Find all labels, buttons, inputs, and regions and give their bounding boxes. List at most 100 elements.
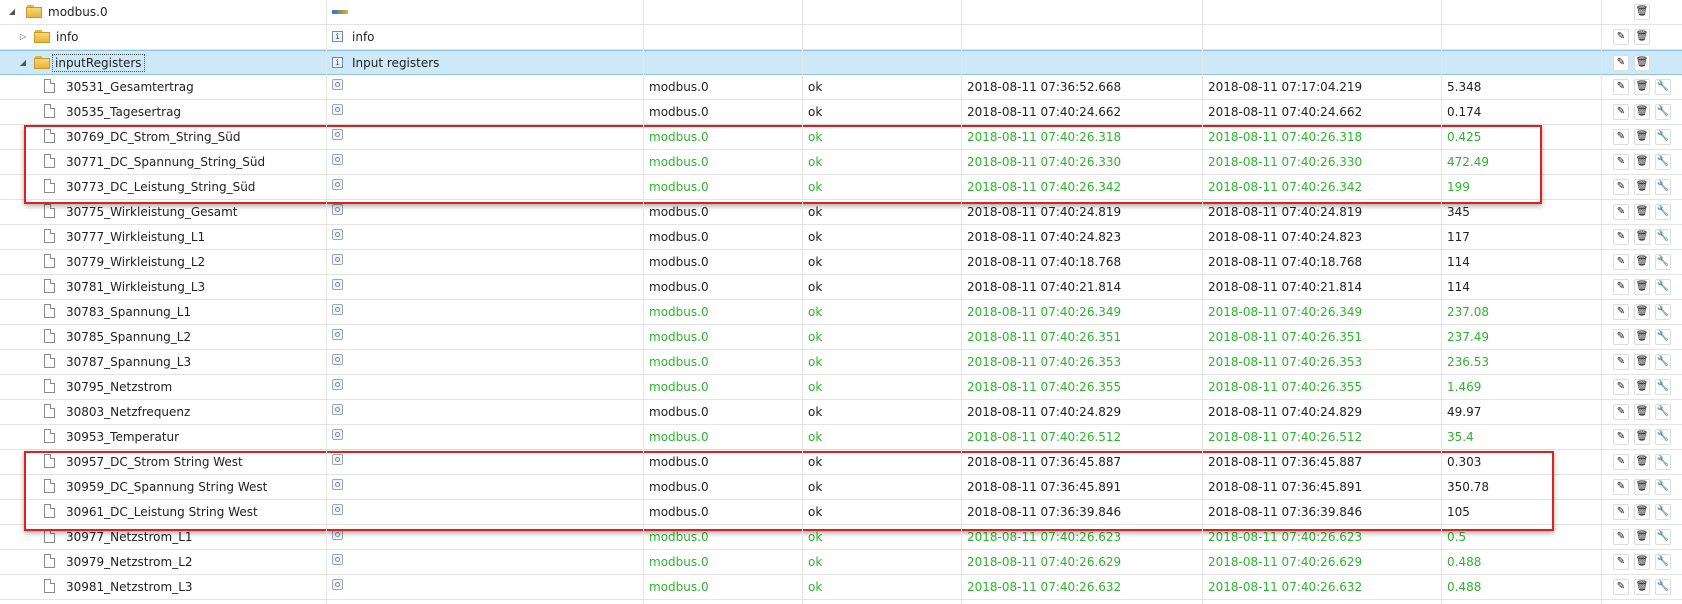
trash-icon[interactable]: 🗑: [1634, 529, 1650, 545]
state-row[interactable]: 30535_Tagesertrag modbus.0 ok 2018-08-11 07…: [0, 100, 1682, 125]
state-row[interactable]: 30977_Netzstrom_L1 modbus.0 ok 2018-08-11 0…: [0, 525, 1682, 550]
wrench-icon[interactable]: 🔧: [1655, 254, 1671, 270]
wrench-icon[interactable]: 🔧: [1655, 154, 1671, 170]
pencil-icon[interactable]: ✎: [1613, 554, 1629, 570]
wrench-icon[interactable]: 🔧: [1655, 579, 1671, 595]
trash-icon[interactable]: 🗑: [1634, 29, 1650, 45]
trash-icon[interactable]: 🗑: [1634, 454, 1650, 470]
pencil-icon[interactable]: ✎: [1613, 379, 1629, 395]
pencil-icon[interactable]: ✎: [1613, 529, 1629, 545]
value[interactable]: 472.49: [1442, 150, 1601, 174]
pencil-icon[interactable]: ✎: [1613, 354, 1629, 370]
value[interactable]: 49.97: [1442, 400, 1601, 424]
tree-row-info[interactable]: ▷ info i info ✎ 🗑: [0, 25, 1682, 50]
trash-icon[interactable]: 🗑: [1634, 254, 1650, 270]
wrench-icon[interactable]: 🔧: [1655, 229, 1671, 245]
trash-icon[interactable]: 🗑: [1634, 179, 1650, 195]
wrench-icon[interactable]: 🔧: [1655, 429, 1671, 445]
value[interactable]: 0.5: [1442, 525, 1601, 549]
wrench-icon[interactable]: 🔧: [1655, 479, 1671, 495]
trash-icon[interactable]: 🗑: [1634, 104, 1650, 120]
wrench-icon[interactable]: 🔧: [1655, 504, 1671, 520]
state-row[interactable]: 30777_Wirkleistung_L1 modbus.0 ok 2018-08-1…: [0, 225, 1682, 250]
wrench-icon[interactable]: 🔧: [1655, 404, 1671, 420]
pencil-icon[interactable]: ✎: [1613, 104, 1629, 120]
pencil-icon[interactable]: ✎: [1613, 279, 1629, 295]
trash-icon[interactable]: 🗑: [1634, 55, 1650, 71]
value[interactable]: 105: [1442, 500, 1601, 524]
wrench-icon[interactable]: 🔧: [1655, 179, 1671, 195]
trash-icon[interactable]: 🗑: [1634, 354, 1650, 370]
pencil-icon[interactable]: ✎: [1613, 479, 1629, 495]
pencil-icon[interactable]: ✎: [1613, 304, 1629, 320]
pencil-icon[interactable]: ✎: [1613, 429, 1629, 445]
wrench-icon[interactable]: 🔧: [1655, 104, 1671, 120]
trash-icon[interactable]: 🗑: [1634, 479, 1650, 495]
pencil-icon[interactable]: ✎: [1613, 79, 1629, 95]
value[interactable]: 345: [1442, 200, 1601, 224]
pencil-icon[interactable]: ✎: [1613, 329, 1629, 345]
value[interactable]: 0.488: [1442, 550, 1601, 574]
wrench-icon[interactable]: 🔧: [1655, 279, 1671, 295]
value[interactable]: 350.78: [1442, 475, 1601, 499]
state-row[interactable]: 30979_Netzstrom_L2 modbus.0 ok 2018-08-11 0…: [0, 550, 1682, 575]
wrench-icon[interactable]: 🔧: [1655, 329, 1671, 345]
collapse-toggle-icon[interactable]: ▷: [17, 25, 29, 49]
trash-icon[interactable]: 🗑: [1634, 429, 1650, 445]
trash-icon[interactable]: 🗑: [1634, 204, 1650, 220]
tree-row-root[interactable]: ◢ modbus.0 🗑: [0, 0, 1682, 25]
pencil-icon[interactable]: ✎: [1613, 179, 1629, 195]
trash-icon[interactable]: 🗑: [1634, 79, 1650, 95]
expand-toggle-icon[interactable]: ◢: [6, 0, 18, 24]
pencil-icon[interactable]: ✎: [1613, 254, 1629, 270]
state-row[interactable]: 30787_Spannung_L3 modbus.0 ok 2018-08-11 07…: [0, 350, 1682, 375]
trash-icon[interactable]: 🗑: [1634, 129, 1650, 145]
trash-icon[interactable]: 🗑: [1634, 379, 1650, 395]
pencil-icon[interactable]: ✎: [1613, 454, 1629, 470]
wrench-icon[interactable]: 🔧: [1655, 129, 1671, 145]
expand-toggle-icon[interactable]: ◢: [17, 51, 29, 75]
wrench-icon[interactable]: 🔧: [1655, 354, 1671, 370]
pencil-icon[interactable]: ✎: [1613, 504, 1629, 520]
trash-icon[interactable]: 🗑: [1634, 554, 1650, 570]
state-row[interactable]: 30981_Netzstrom_L3 modbus.0 ok 2018-08-11 0…: [0, 575, 1682, 600]
state-row[interactable]: 30957_DC_Strom String West modbus.0 ok 2018…: [0, 450, 1682, 475]
value[interactable]: 237.49: [1442, 325, 1601, 349]
trash-icon[interactable]: 🗑: [1634, 504, 1650, 520]
wrench-icon[interactable]: 🔧: [1655, 554, 1671, 570]
state-row[interactable]: 30779_Wirkleistung_L2 modbus.0 ok 2018-08-1…: [0, 250, 1682, 275]
state-row[interactable]: 30531_Gesamtertrag modbus.0 ok 2018-08-11 0…: [0, 75, 1682, 100]
state-row[interactable]: 30959_DC_Spannung String West modbus.0 ok 2…: [0, 475, 1682, 500]
pencil-icon[interactable]: ✎: [1613, 579, 1629, 595]
state-row[interactable]: 30769_DC_Strom_String_Süd modbus.0 ok 2018-…: [0, 125, 1682, 150]
value[interactable]: 0.488: [1442, 575, 1601, 599]
state-row[interactable]: 30771_DC_Spannung_String_Süd modbus.0 ok 20…: [0, 150, 1682, 175]
trash-icon[interactable]: 🗑: [1634, 404, 1650, 420]
value[interactable]: 0.174: [1442, 100, 1601, 124]
state-row[interactable]: 30953_Temperatur modbus.0 ok 2018-08-11 07:…: [0, 425, 1682, 450]
wrench-icon[interactable]: 🔧: [1655, 379, 1671, 395]
value[interactable]: 0.425: [1442, 125, 1601, 149]
value[interactable]: 117: [1442, 225, 1601, 249]
state-row[interactable]: 30781_Wirkleistung_L3 modbus.0 ok 2018-08-1…: [0, 275, 1682, 300]
state-row[interactable]: 30795_Netzstrom modbus.0 ok 2018-08-11 07:4…: [0, 375, 1682, 400]
value[interactable]: 0.303: [1442, 450, 1601, 474]
state-row[interactable]: 30961_DC_Leistung String West modbus.0 ok 2…: [0, 500, 1682, 525]
value[interactable]: 237.08: [1442, 300, 1601, 324]
state-row[interactable]: 30783_Spannung_L1 modbus.0 ok 2018-08-11 07…: [0, 300, 1682, 325]
value[interactable]: 114: [1442, 275, 1601, 299]
pencil-icon[interactable]: ✎: [1613, 55, 1629, 71]
trash-icon[interactable]: 🗑: [1634, 579, 1650, 595]
value[interactable]: 35.4: [1442, 425, 1601, 449]
trash-icon[interactable]: 🗑: [1634, 304, 1650, 320]
value[interactable]: 236.53: [1442, 350, 1601, 374]
state-row[interactable]: 30803_Netzfrequenz modbus.0 ok 2018-08-11 0…: [0, 400, 1682, 425]
trash-icon[interactable]: 🗑: [1634, 4, 1650, 20]
trash-icon[interactable]: 🗑: [1634, 329, 1650, 345]
pencil-icon[interactable]: ✎: [1613, 204, 1629, 220]
value[interactable]: 199: [1442, 175, 1601, 199]
pencil-icon[interactable]: ✎: [1613, 404, 1629, 420]
trash-icon[interactable]: 🗑: [1634, 154, 1650, 170]
value[interactable]: 1.469: [1442, 375, 1601, 399]
wrench-icon[interactable]: 🔧: [1655, 529, 1671, 545]
